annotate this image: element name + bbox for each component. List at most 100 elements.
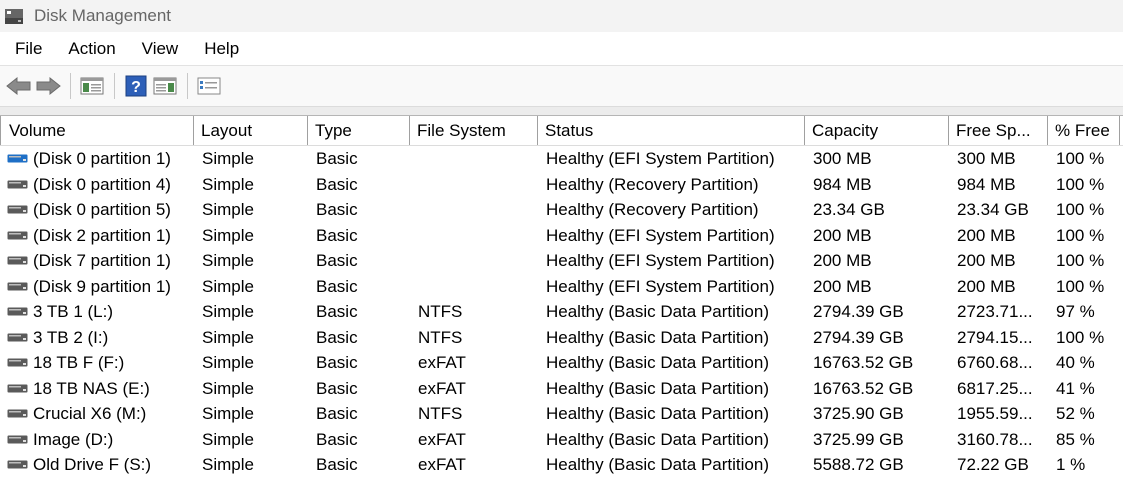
- volume-name: (Disk 2 partition 1): [33, 225, 171, 245]
- drive-icon: [7, 435, 28, 444]
- toolbar-separator: [70, 73, 71, 99]
- status-cell: Healthy (EFI System Partition): [546, 276, 775, 296]
- layout-cell: Simple: [202, 455, 254, 474]
- title-bar: Disk Management: [0, 0, 1123, 32]
- status-cell: Healthy (Recovery Partition): [546, 200, 759, 219]
- svg-text:?: ?: [131, 79, 141, 96]
- layout-cell: Simple: [202, 225, 254, 245]
- free-space-cell: 2723.71...: [957, 302, 1033, 321]
- type-cell: Basic: [316, 404, 358, 423]
- percent-free-cell: 100 %: [1056, 276, 1105, 296]
- toolbar-separator: [114, 73, 115, 99]
- status-cell: Healthy (Recovery Partition): [546, 174, 759, 194]
- type-cell: Basic: [316, 327, 358, 347]
- volume-cell: (Disk 0 partition 1): [0, 146, 194, 172]
- file-system-cell: exFAT: [418, 429, 466, 449]
- file-system-cell: [410, 172, 538, 198]
- drive-icon: [7, 409, 28, 418]
- free-space-cell: 72.22 GB: [957, 455, 1029, 474]
- capacity-cell: 5588.72 GB: [813, 455, 904, 474]
- menu-view[interactable]: View: [128, 32, 191, 65]
- volume-row[interactable]: (Disk 9 partition 1) Simple Basic Health…: [0, 274, 1123, 300]
- free-space-cell: 200 MB: [957, 225, 1016, 245]
- menu-file[interactable]: File: [0, 32, 54, 65]
- drive-icon: [7, 282, 28, 291]
- free-space-cell: 23.34 GB: [957, 200, 1029, 219]
- status-cell: Healthy (Basic Data Partition): [546, 327, 769, 347]
- volume-name: 18 TB F (F:): [33, 353, 125, 372]
- percent-free-cell: 40 %: [1056, 353, 1095, 372]
- layout-cell: Simple: [202, 378, 254, 398]
- column-header-volume[interactable]: Volume: [0, 116, 194, 145]
- window-title: Disk Management: [34, 6, 172, 25]
- menu-help[interactable]: Help: [190, 32, 251, 65]
- volume-name: Old Drive F (S:): [33, 455, 152, 474]
- volume-name: (Disk 0 partition 4): [33, 174, 171, 194]
- column-header-status[interactable]: Status: [538, 116, 805, 145]
- volume-row[interactable]: (Disk 0 partition 4) Simple Basic Health…: [0, 172, 1123, 198]
- volume-name: 3 TB 2 (I:): [33, 327, 109, 347]
- file-system-cell: exFAT: [418, 378, 466, 398]
- capacity-cell: 200 MB: [813, 276, 872, 296]
- volume-row[interactable]: 3 TB 2 (I:) Simple Basic NTFS Healthy (B…: [0, 325, 1123, 351]
- help-icon[interactable]: ?: [123, 73, 149, 99]
- action-pane-icon[interactable]: [152, 73, 178, 99]
- forward-icon[interactable]: [35, 73, 61, 99]
- type-cell: Basic: [316, 149, 358, 168]
- volume-cell: (Disk 0 partition 4): [0, 172, 194, 198]
- drive-icon: [7, 358, 28, 367]
- column-header-type[interactable]: Type: [308, 116, 410, 145]
- properties-icon[interactable]: [196, 73, 222, 99]
- drive-icon: [7, 333, 28, 342]
- file-system-cell: exFAT: [418, 353, 466, 372]
- file-system-cell: NTFS: [418, 327, 463, 347]
- type-cell: Basic: [316, 174, 358, 194]
- volume-row[interactable]: 3 TB 1 (L:) Simple Basic NTFS Healthy (B…: [0, 299, 1123, 325]
- drive-icon: [7, 205, 28, 214]
- column-header-capacity[interactable]: Capacity: [805, 116, 949, 145]
- layout-cell: Simple: [202, 302, 254, 321]
- menu-action[interactable]: Action: [54, 32, 127, 65]
- file-system-cell: exFAT: [418, 455, 466, 474]
- percent-free-cell: 100 %: [1056, 149, 1105, 168]
- volume-row[interactable]: (Disk 0 partition 1) Simple Basic Health…: [0, 146, 1123, 172]
- layout-cell: Simple: [202, 276, 254, 296]
- capacity-cell: 23.34 GB: [813, 200, 885, 219]
- status-cell: Healthy (Basic Data Partition): [546, 429, 769, 449]
- type-cell: Basic: [316, 200, 358, 219]
- file-system-cell: [410, 197, 538, 223]
- column-header-layout[interactable]: Layout: [194, 116, 308, 145]
- volume-cell: 18 TB NAS (E:): [0, 376, 194, 402]
- toolbar: ?: [0, 66, 1123, 107]
- drive-icon: [7, 154, 28, 163]
- volume-row[interactable]: (Disk 2 partition 1) Simple Basic Health…: [0, 223, 1123, 249]
- volume-row[interactable]: (Disk 7 partition 1) Simple Basic Health…: [0, 248, 1123, 274]
- volume-row[interactable]: Crucial X6 (M:) Simple Basic NTFS Health…: [0, 401, 1123, 427]
- volume-name: (Disk 7 partition 1): [33, 251, 171, 270]
- column-header-file-system[interactable]: File System: [410, 116, 538, 145]
- volume-row[interactable]: 18 TB NAS (E:) Simple Basic exFAT Health…: [0, 376, 1123, 402]
- percent-free-cell: 100 %: [1056, 174, 1105, 194]
- volume-rows: (Disk 0 partition 1) Simple Basic Health…: [0, 146, 1123, 478]
- type-cell: Basic: [316, 429, 358, 449]
- status-cell: Healthy (EFI System Partition): [546, 251, 775, 270]
- file-system-cell: [410, 223, 538, 249]
- file-system-cell: [410, 248, 538, 274]
- type-cell: Basic: [316, 353, 358, 372]
- free-space-cell: 300 MB: [957, 149, 1016, 168]
- volume-row[interactable]: Image (D:) Simple Basic exFAT Healthy (B…: [0, 427, 1123, 453]
- column-header-free-space[interactable]: Free Sp...: [949, 116, 1048, 145]
- volume-row[interactable]: Old Drive F (S:) Simple Basic exFAT Heal…: [0, 452, 1123, 478]
- volume-cell: (Disk 0 partition 5): [0, 197, 194, 223]
- volume-list: Volume Layout Type File System Status Ca…: [0, 116, 1123, 478]
- volume-row[interactable]: (Disk 0 partition 5) Simple Basic Health…: [0, 197, 1123, 223]
- volume-name: Crucial X6 (M:): [33, 404, 147, 423]
- console-tree-icon[interactable]: [79, 73, 105, 99]
- volume-row[interactable]: 18 TB F (F:) Simple Basic exFAT Healthy …: [0, 350, 1123, 376]
- percent-free-cell: 41 %: [1056, 378, 1095, 398]
- back-icon[interactable]: [6, 73, 32, 99]
- drive-icon: [7, 231, 28, 240]
- column-header-percent-free[interactable]: % Free: [1048, 116, 1120, 145]
- volume-cell: Image (D:): [0, 427, 194, 453]
- status-cell: Healthy (Basic Data Partition): [546, 302, 769, 321]
